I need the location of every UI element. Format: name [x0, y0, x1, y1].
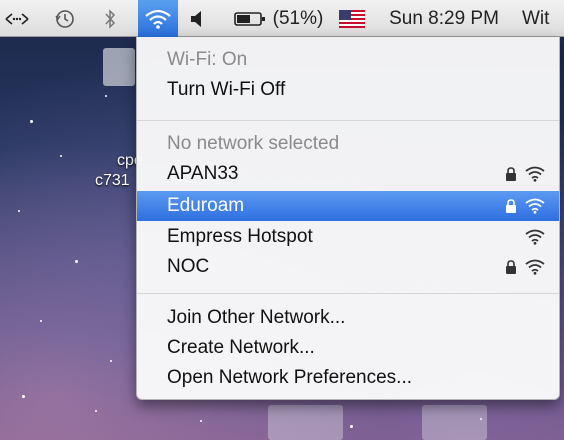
user-menu[interactable]: Wit: [522, 0, 564, 37]
network-arrows-icon[interactable]: [2, 0, 32, 37]
star: [350, 425, 353, 428]
menu-separator: [137, 293, 559, 294]
star: [110, 360, 112, 362]
network-name: Empress Hotspot: [167, 226, 313, 247]
star: [75, 260, 78, 263]
lock-icon: [506, 260, 516, 274]
star: [60, 155, 62, 157]
wifi-menu: Wi-Fi: On Turn Wi-Fi Off No network sele…: [136, 37, 560, 400]
desktop-file-icon[interactable]: [268, 405, 343, 440]
wifi-status: Wi-Fi: On: [167, 49, 248, 70]
network-name: NOC: [167, 256, 210, 277]
network-name: APAN33: [167, 163, 239, 184]
wifi-signal-icon: [525, 229, 545, 245]
desktop-file-icon[interactable]: [103, 48, 135, 86]
desktop-icon-label: c731: [95, 172, 130, 189]
star: [105, 95, 107, 97]
battery-percentage[interactable]: (51%): [272, 0, 324, 37]
network-item-eduroam[interactable]: Eduroam: [137, 191, 559, 221]
battery-icon[interactable]: [230, 0, 270, 37]
lock-icon: [506, 199, 516, 213]
wifi-signal-icon: [525, 166, 545, 182]
clock[interactable]: Sun 8:29 PM: [380, 0, 508, 37]
us-flag-icon[interactable]: [336, 0, 368, 37]
network-item-empress-hotspot[interactable]: Empress Hotspot: [137, 222, 559, 252]
volume-icon[interactable]: [184, 0, 210, 37]
star: [18, 210, 20, 212]
time-machine-icon[interactable]: [50, 0, 80, 37]
wifi-icon[interactable]: [138, 0, 178, 37]
menu-bar: (51%) Sun 8:29 PM Wit: [0, 0, 564, 37]
create-network-item[interactable]: Create Network...: [137, 333, 559, 363]
star: [200, 420, 202, 422]
star: [30, 120, 33, 123]
lock-icon: [506, 167, 516, 181]
star: [95, 410, 97, 412]
turn-wifi-off-item[interactable]: Turn Wi-Fi Off: [137, 75, 559, 105]
join-other-network-item[interactable]: Join Other Network...: [137, 303, 559, 333]
wifi-signal-icon: [525, 198, 545, 214]
menu-separator: [137, 120, 559, 121]
no-network-selected: No network selected: [167, 133, 340, 154]
bluetooth-icon[interactable]: [98, 0, 122, 37]
open-network-preferences-item[interactable]: Open Network Preferences...: [137, 363, 559, 393]
wifi-signal-icon: [525, 259, 545, 275]
network-item-apan33[interactable]: APAN33: [137, 159, 559, 189]
star: [22, 395, 25, 398]
star: [40, 320, 42, 322]
network-name: Eduroam: [167, 195, 245, 216]
network-item-noc[interactable]: NOC: [137, 252, 559, 282]
desktop-file-icon[interactable]: [422, 405, 487, 440]
